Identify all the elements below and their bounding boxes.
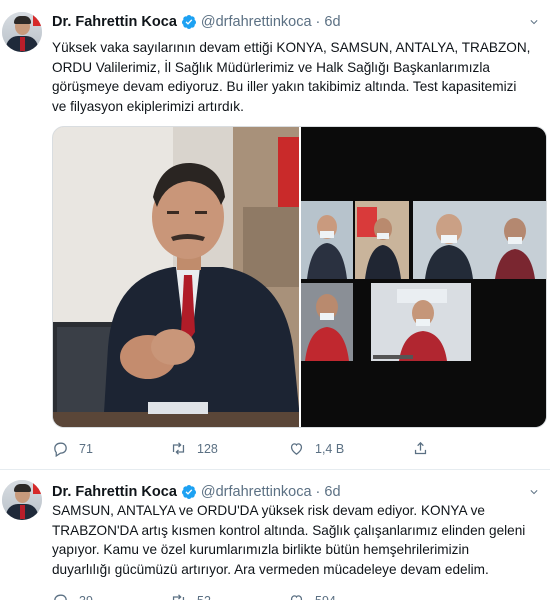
- like-icon: [290, 443, 303, 455]
- author-handle[interactable]: @drfahrettinkoca: [201, 484, 312, 500]
- retweet-count: 128: [197, 441, 218, 456]
- reply-count: 71: [79, 441, 93, 456]
- reply-icon: [54, 442, 67, 457]
- like-icon: [290, 595, 303, 600]
- author-name[interactable]: Dr. Fahrettin Koca: [52, 484, 177, 500]
- tweet-actions: 39 52 594: [52, 594, 472, 600]
- separator-dot: ·: [315, 484, 321, 500]
- media-photo-video-conference[interactable]: [301, 127, 546, 427]
- media-photo-minister[interactable]: [53, 127, 299, 427]
- tweet-media[interactable]: [52, 126, 547, 428]
- share-icon: [414, 441, 427, 455]
- minister-photo-illustration: [53, 127, 299, 427]
- more-caret-icon[interactable]: [528, 16, 540, 28]
- video-conference-illustration: [301, 127, 546, 427]
- like-button[interactable]: 594: [288, 594, 336, 600]
- like-button[interactable]: 1,4 B: [288, 440, 344, 457]
- tweet[interactable]: Dr. Fahrettin Koca @drfahrettinkoca · 6d…: [0, 0, 550, 470]
- avatar[interactable]: [2, 480, 42, 520]
- like-count: 594: [315, 594, 336, 600]
- author-name[interactable]: Dr. Fahrettin Koca: [52, 14, 177, 30]
- tweet-text: SAMSUN, ANTALYA ve ORDU'DA yüksek risk d…: [52, 503, 526, 577]
- tweet[interactable]: Dr. Fahrettin Koca @drfahrettinkoca · 6d…: [0, 470, 550, 600]
- retweet-icon: [172, 442, 185, 455]
- retweet-button[interactable]: 52: [170, 594, 211, 600]
- reply-count: 39: [79, 594, 93, 600]
- like-count: 1,4 B: [315, 441, 345, 456]
- reply-icon: [54, 594, 67, 600]
- reply-button[interactable]: 39: [52, 594, 93, 600]
- separator-dot: ·: [315, 14, 321, 30]
- verified-badge-icon: [181, 15, 196, 29]
- more-caret-icon[interactable]: [528, 486, 540, 498]
- tweet-timestamp[interactable]: 6d: [324, 14, 340, 30]
- avatar[interactable]: [2, 12, 42, 52]
- retweet-button[interactable]: 128: [170, 440, 218, 457]
- author-handle[interactable]: @drfahrettinkoca: [201, 14, 312, 30]
- retweet-count: 52: [197, 594, 211, 600]
- retweet-icon: [172, 594, 185, 600]
- share-button[interactable]: [412, 440, 439, 457]
- tweet-actions: 71 128 1,4 B: [52, 440, 472, 462]
- tweet-header: Dr. Fahrettin Koca @drfahrettinkoca · 6d: [52, 482, 341, 502]
- tweet-text: Yüksek vaka sayılarının devam ettiği KON…: [52, 40, 531, 114]
- reply-button[interactable]: 71: [52, 440, 93, 457]
- tweet-header: Dr. Fahrettin Koca @drfahrettinkoca · 6d: [52, 12, 341, 32]
- verified-badge-icon: [181, 485, 196, 499]
- tweet-timestamp[interactable]: 6d: [324, 484, 340, 500]
